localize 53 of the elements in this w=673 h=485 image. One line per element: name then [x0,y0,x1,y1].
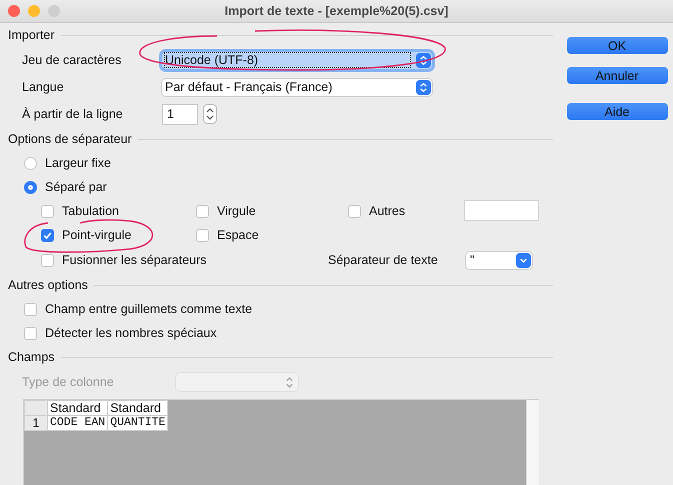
column-type-dropdown[interactable] [176,373,298,391]
chevron-down-icon [516,252,531,268]
scrollbar-track[interactable] [526,400,539,485]
start-row-field[interactable]: 1 [162,104,198,124]
minimize-icon[interactable] [28,5,40,17]
field-label: Séparateur de texte [328,253,439,267]
language-dropdown[interactable]: Par défaut - Français (France) [162,78,432,96]
section-heading: Champs [8,350,55,364]
zoom-icon[interactable] [48,5,60,17]
window-title: Import de texte - [exemple%20(5).csv] [224,4,448,18]
text-separator-dropdown[interactable]: " [466,252,532,268]
column-header[interactable]: Standard [48,400,108,416]
field-label: Langue [21,80,65,94]
radio-label: Séparé par [45,180,107,194]
checkbox-label: Espace [217,228,259,242]
other-separator-field[interactable] [464,200,539,221]
checkbox[interactable] [41,228,54,242]
section-heading: Autres options [8,278,88,292]
checkbox[interactable] [24,326,37,340]
field-label: À partir de la ligne [21,107,124,121]
checkbox-label: Point-virgule [62,228,132,242]
field-label: Jeu de caractères [21,53,122,67]
checkbox-label: Tabulation [62,204,119,218]
checkbox-label: Champ entre guillemets comme texte [45,302,252,316]
table-cell: CODE EAN [48,416,108,430]
checkbox-label: Autres [369,204,406,218]
checkbox[interactable] [196,228,209,242]
dialog-button[interactable]: Aide [566,103,668,120]
checkbox[interactable] [41,204,54,218]
radio-label: Largeur fixe [45,156,112,170]
checkbox[interactable] [348,204,361,218]
section-heading: Options de séparateur [8,132,132,146]
up-down-arrows-icon [285,376,294,388]
close-icon[interactable] [8,5,20,17]
table-cell: QUANTITE [108,416,168,430]
checkbox[interactable] [41,254,54,266]
spin-buttons-icon[interactable] [203,104,217,124]
radio-button[interactable] [24,180,37,194]
row-number: 1 [24,416,48,430]
checkbox[interactable] [196,204,209,218]
checkbox[interactable] [24,302,37,316]
dialog-button[interactable]: OK [566,37,668,54]
checkbox-label: Détecter les nombres spéciaux [45,326,217,340]
up-down-arrows-icon [416,80,431,94]
radio-button[interactable] [24,156,37,170]
column-header[interactable]: Standard [108,400,168,416]
up-down-arrows-icon [416,52,431,68]
checkbox-label: Fusionner les séparateurs [62,253,207,267]
field-label: Type de colonne [21,375,115,389]
checkbox-label: Virgule [217,204,256,218]
section-heading: Importer [8,28,55,42]
dialog-button[interactable]: Annuler [566,67,668,84]
charset-dropdown[interactable]: Unicode (UTF-8) [162,52,432,68]
